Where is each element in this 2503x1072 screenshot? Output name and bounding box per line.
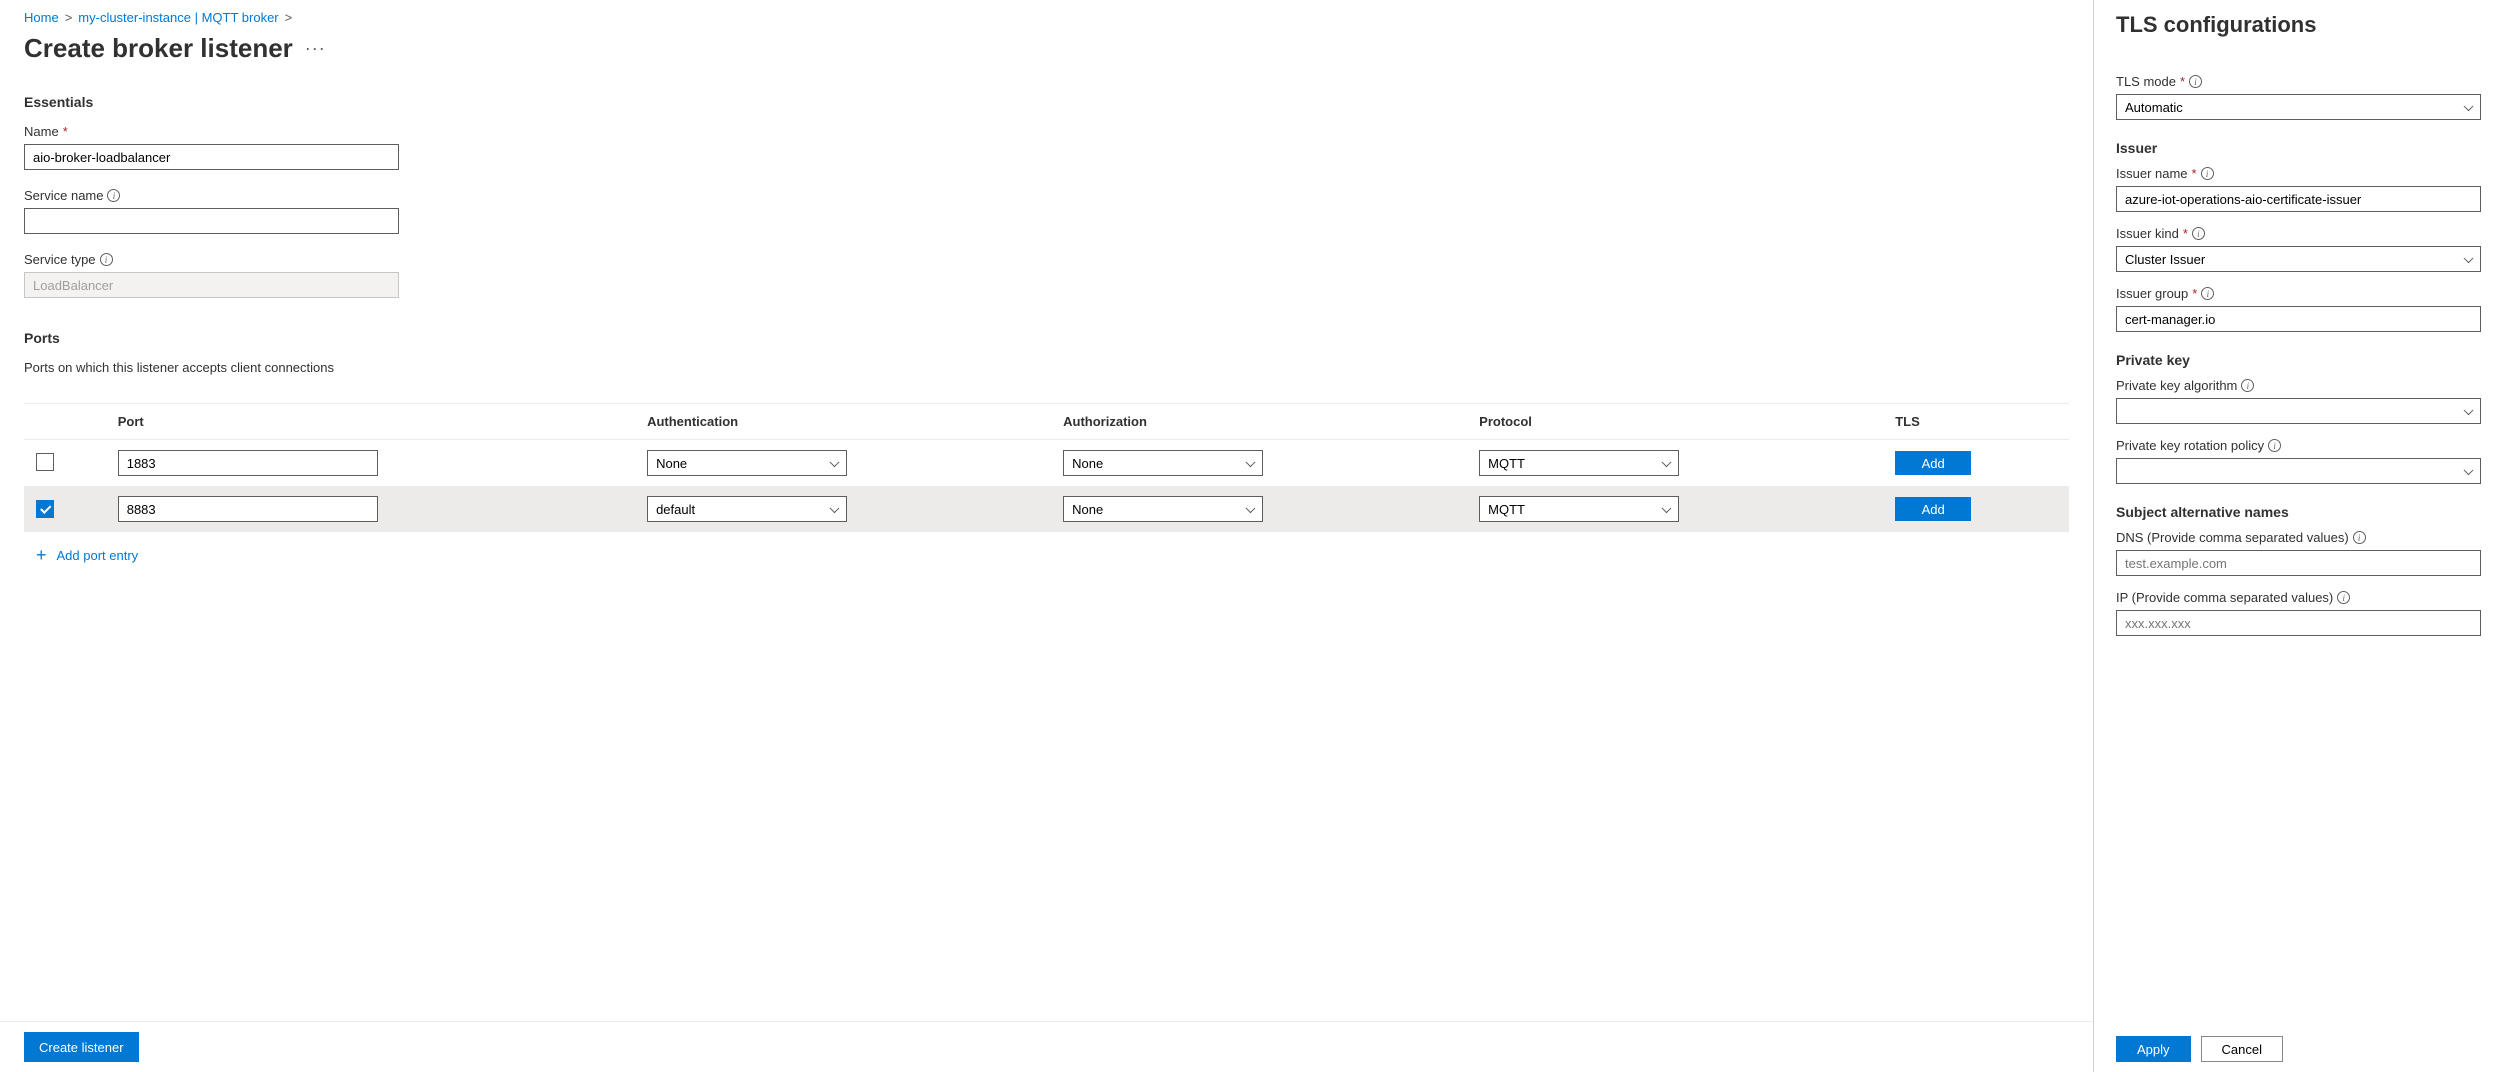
chevron-right-icon: >	[65, 10, 73, 25]
info-icon[interactable]: i	[2337, 591, 2350, 604]
essentials-heading: Essentials	[24, 94, 2069, 110]
name-field: Name *	[24, 124, 2069, 170]
required-indicator: *	[2192, 166, 2197, 181]
service-type-field: Service type i	[24, 252, 2069, 298]
col-proto: Protocol	[1467, 404, 1883, 440]
service-name-field: Service name i	[24, 188, 2069, 234]
info-icon[interactable]: i	[107, 189, 120, 202]
table-row: Add	[24, 440, 2069, 487]
ip-label: IP (Provide comma separated values)	[2116, 590, 2333, 605]
row-checkbox[interactable]	[36, 500, 54, 518]
add-port-entry-button[interactable]: + Add port entry	[24, 532, 2069, 578]
col-auth: Authentication	[635, 404, 1051, 440]
issuer-name-input[interactable]	[2116, 186, 2481, 212]
pk-rot-select[interactable]	[2116, 458, 2481, 484]
tls-add-button[interactable]: Add	[1895, 451, 1971, 475]
info-icon[interactable]: i	[2192, 227, 2205, 240]
table-row: Add	[24, 486, 2069, 532]
breadcrumb: Home > my-cluster-instance | MQTT broker…	[24, 10, 2069, 25]
info-icon[interactable]: i	[2353, 531, 2366, 544]
ports-table: Port Authentication Authorization Protoc…	[24, 403, 2069, 532]
cancel-button[interactable]: Cancel	[2201, 1036, 2283, 1062]
pk-rot-label: Private key rotation policy	[2116, 438, 2264, 453]
add-port-label: Add port entry	[57, 548, 139, 563]
more-actions-button[interactable]: ···	[305, 38, 326, 59]
tls-add-button[interactable]: Add	[1895, 497, 1971, 521]
pk-algo-select[interactable]	[2116, 398, 2481, 424]
col-authz: Authorization	[1051, 404, 1467, 440]
ip-input[interactable]	[2116, 610, 2481, 636]
issuer-kind-select[interactable]	[2116, 246, 2481, 272]
authz-select[interactable]	[1063, 496, 1263, 522]
col-tls: TLS	[1883, 404, 2069, 440]
info-icon[interactable]: i	[2201, 287, 2214, 300]
tls-mode-label: TLS mode	[2116, 74, 2176, 89]
ports-heading: Ports	[24, 330, 2069, 346]
info-icon[interactable]: i	[2201, 167, 2214, 180]
row-checkbox[interactable]	[36, 453, 54, 471]
footer: Create listener	[0, 1021, 2093, 1072]
auth-select[interactable]	[647, 450, 847, 476]
port-input[interactable]	[118, 496, 378, 522]
required-indicator: *	[2183, 226, 2188, 241]
page-title-row: Create broker listener ···	[24, 33, 2069, 64]
info-icon[interactable]: i	[2189, 75, 2202, 88]
name-label: Name	[24, 124, 59, 139]
info-icon[interactable]: i	[100, 253, 113, 266]
name-input[interactable]	[24, 144, 399, 170]
required-indicator: *	[63, 124, 68, 139]
ports-description: Ports on which this listener accepts cli…	[24, 360, 2069, 375]
dns-label: DNS (Provide comma separated values)	[2116, 530, 2349, 545]
service-name-label: Service name	[24, 188, 103, 203]
proto-select[interactable]	[1479, 496, 1679, 522]
chevron-right-icon: >	[285, 10, 293, 25]
apply-button[interactable]: Apply	[2116, 1036, 2191, 1062]
service-name-input[interactable]	[24, 208, 399, 234]
issuer-kind-label: Issuer kind	[2116, 226, 2179, 241]
service-type-label: Service type	[24, 252, 96, 267]
issuer-group-label: Issuer group	[2116, 286, 2188, 301]
required-indicator: *	[2192, 286, 2197, 301]
panel-footer: Apply Cancel	[2094, 1026, 2503, 1072]
port-input[interactable]	[118, 450, 378, 476]
pk-algo-label: Private key algorithm	[2116, 378, 2237, 393]
private-key-heading: Private key	[2116, 352, 2481, 368]
issuer-group-input[interactable]	[2116, 306, 2481, 332]
proto-select[interactable]	[1479, 450, 1679, 476]
issuer-name-label: Issuer name	[2116, 166, 2188, 181]
san-heading: Subject alternative names	[2116, 504, 2481, 520]
main-pane: Home > my-cluster-instance | MQTT broker…	[0, 0, 2093, 1072]
auth-select[interactable]	[647, 496, 847, 522]
issuer-heading: Issuer	[2116, 140, 2481, 156]
service-type-input	[24, 272, 399, 298]
create-listener-button[interactable]: Create listener	[24, 1032, 139, 1062]
info-icon[interactable]: i	[2268, 439, 2281, 452]
required-indicator: *	[2180, 74, 2185, 89]
authz-select[interactable]	[1063, 450, 1263, 476]
col-port: Port	[106, 404, 635, 440]
breadcrumb-home[interactable]: Home	[24, 10, 59, 25]
breadcrumb-cluster[interactable]: my-cluster-instance | MQTT broker	[78, 10, 278, 25]
tls-config-panel: TLS configurations TLS mode * i Issuer I…	[2093, 0, 2503, 1072]
dns-input[interactable]	[2116, 550, 2481, 576]
info-icon[interactable]: i	[2241, 379, 2254, 392]
plus-icon: +	[36, 546, 47, 564]
panel-title: TLS configurations	[2116, 12, 2481, 38]
page-title: Create broker listener	[24, 33, 293, 64]
tls-mode-select[interactable]	[2116, 94, 2481, 120]
